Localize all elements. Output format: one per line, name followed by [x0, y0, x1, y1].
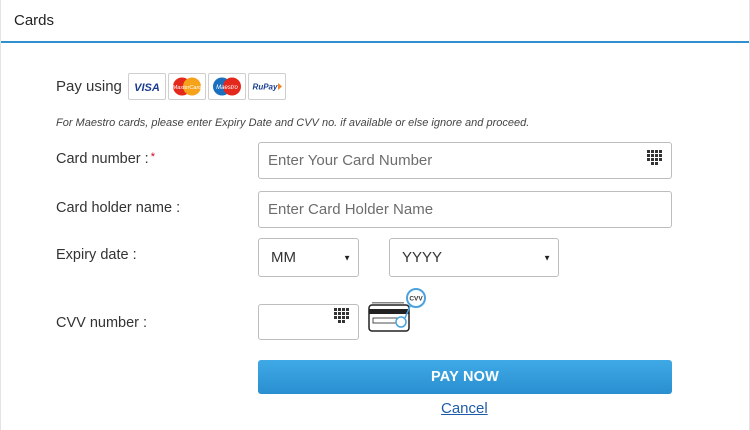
holder-name-input[interactable] [258, 191, 672, 228]
panel-title: Cards [14, 12, 55, 29]
expiry-year-value: YYYY [402, 249, 443, 266]
holder-name-label: Card holder name : [56, 200, 181, 216]
card-number-input[interactable] [258, 142, 672, 179]
maestro-logo: Maestro [207, 73, 246, 100]
maestro-note: For Maestro cards, please enter Expiry D… [56, 117, 530, 129]
panel-header: Cards [1, 0, 749, 43]
chevron-down-icon: ▼ [543, 253, 551, 262]
required-mark: * [150, 151, 155, 163]
expiry-label: Expiry date : [56, 247, 137, 263]
pay-using-row: Pay using VISA MasterCard Maestro RuPay [56, 73, 286, 100]
svg-text:MasterCard: MasterCard [173, 85, 203, 91]
svg-text:VISA: VISA [134, 82, 160, 94]
svg-text:RuPay: RuPay [252, 83, 277, 92]
keypad-icon[interactable] [647, 150, 663, 166]
pay-now-button[interactable]: PAY NOW [258, 360, 672, 394]
keypad-icon[interactable] [334, 308, 350, 324]
cvv-label: CVV number : [56, 315, 148, 331]
svg-text:Maestro: Maestro [216, 85, 238, 91]
chevron-down-icon: ▼ [343, 253, 351, 262]
expiry-year-select[interactable]: YYYY ▼ [389, 238, 559, 277]
cancel-link[interactable]: Cancel [441, 400, 488, 417]
card-number-label: Card number : * [56, 151, 155, 167]
pay-using-label: Pay using [56, 78, 122, 95]
expiry-month-select[interactable]: MM ▼ [258, 238, 359, 277]
mastercard-logo: MasterCard [167, 73, 206, 100]
visa-logo: VISA [127, 73, 166, 100]
rupay-logo: RuPay [247, 73, 286, 100]
cvv-card-icon: CVV [367, 287, 427, 335]
card-logos: VISA MasterCard Maestro RuPay [127, 73, 286, 100]
expiry-month-value: MM [271, 249, 296, 266]
card-number-label-text: Card number : [56, 151, 149, 167]
cards-panel: Cards Pay using VISA MasterCard Maestro … [0, 0, 750, 430]
svg-text:CVV: CVV [409, 296, 423, 303]
